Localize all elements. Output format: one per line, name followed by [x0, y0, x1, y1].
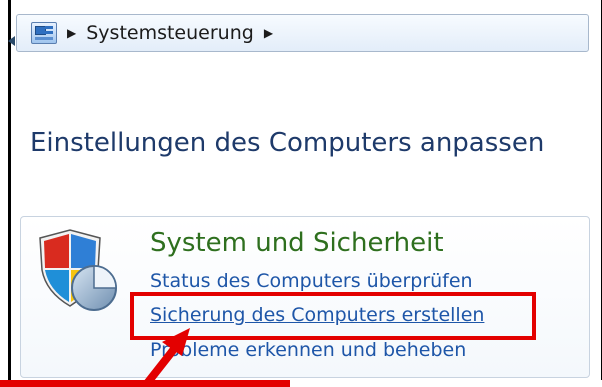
annotation-arrow — [0, 328, 290, 387]
